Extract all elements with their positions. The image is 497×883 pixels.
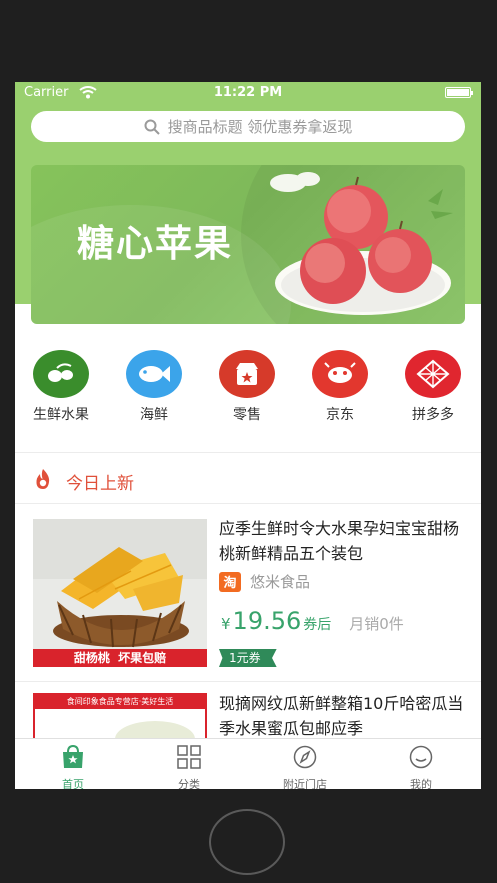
category-label: 海鲜 <box>140 407 168 423</box>
tab-category[interactable]: 分类 <box>149 745 229 789</box>
search-icon <box>144 119 160 135</box>
tab-label: 首页 <box>62 778 84 789</box>
banner-title: 糖心苹果 <box>77 221 233 265</box>
fish-icon <box>126 350 182 398</box>
status-bar: Carrier 11:22 PM <box>15 82 481 104</box>
fire-icon <box>36 469 50 489</box>
category-row: 生鲜水果 海鲜 零售 京东 拼多多 <box>15 346 481 436</box>
retail-icon <box>219 350 275 398</box>
battery-icon <box>445 87 473 98</box>
product-card[interactable]: 甜杨桃 坏果包赔 应季生鲜时令大水果孕妇宝宝甜杨桃新鲜精品五个装包 淘 悠米食品… <box>15 503 481 681</box>
section-header: 今日上新 <box>15 456 481 502</box>
product-title: 现摘网纹瓜新鲜整箱10斤哈密瓜当季水果蜜瓜包邮应季 <box>219 694 464 738</box>
category-seafood[interactable]: 海鲜 <box>114 350 194 424</box>
pinduoduo-icon <box>405 350 461 398</box>
product-title: 应季生鲜时令大水果孕妇宝宝甜杨桃新鲜精品五个装包 <box>219 519 460 563</box>
price-row: ¥ 19.56 券后 月销0件 <box>221 607 404 635</box>
product-image: 甜杨桃 坏果包赔 <box>33 519 207 667</box>
status-time: 11:22 PM <box>213 85 283 100</box>
product-image-caption: 食间印象食品专营店·美好生活 <box>35 695 205 709</box>
taobao-icon: 淘 <box>219 571 241 592</box>
shop-row: 淘 悠米食品 <box>219 571 310 592</box>
category-label: 京东 <box>326 407 354 423</box>
price-value: 19.56 <box>232 607 302 635</box>
category-pinduoduo[interactable]: 拼多多 <box>393 350 473 424</box>
tab-label: 分类 <box>178 778 200 789</box>
jd-icon <box>312 350 368 398</box>
monthly-sales: 月销0件 <box>349 615 404 633</box>
product-image-caption: 甜杨桃 坏果包赔 <box>73 651 167 665</box>
tab-home[interactable]: 首页 <box>33 744 113 789</box>
product-image: 食间印象食品专营店·美好生活 <box>33 693 207 741</box>
product-card[interactable]: 食间印象食品专营店·美好生活 现摘网纹瓜新鲜整箱10斤哈密瓜当季水果蜜瓜包邮应季 <box>15 681 481 741</box>
section-title: 今日上新 <box>66 474 134 494</box>
category-retail[interactable]: 零售 <box>207 350 287 424</box>
grid-icon <box>177 745 201 769</box>
tab-bar: 首页 分类 附近门店 我的 <box>15 738 481 789</box>
smile-icon <box>409 745 433 769</box>
apples-image <box>270 172 453 315</box>
category-label: 零售 <box>233 407 261 423</box>
category-jd[interactable]: 京东 <box>300 350 380 424</box>
home-bag-icon <box>63 744 83 768</box>
divider <box>15 452 481 453</box>
tab-nearby-stores[interactable]: 附近门店 <box>265 745 345 789</box>
home-button[interactable] <box>209 809 285 875</box>
price-currency: ¥ <box>221 615 231 633</box>
compass-icon <box>293 745 317 769</box>
search-input[interactable]: 搜商品标题 领优惠券拿返现 <box>31 111 465 142</box>
tab-label: 我的 <box>410 778 432 789</box>
shop-name: 悠米食品 <box>250 573 311 591</box>
search-placeholder: 搜商品标题 领优惠券拿返现 <box>167 118 353 136</box>
category-label: 拼多多 <box>412 407 454 423</box>
coupon-badge[interactable]: 1元券 <box>219 649 277 667</box>
tab-label: 附近门店 <box>283 778 327 789</box>
price-suffix: 券后 <box>303 617 332 633</box>
app-screen: Carrier 11:22 PM 搜商品标题 领优惠券拿返现 糖心苹果 生鲜水果… <box>15 82 481 789</box>
category-label: 生鲜水果 <box>33 407 89 423</box>
promo-banner[interactable]: 糖心苹果 <box>31 165 465 324</box>
tab-mine[interactable]: 我的 <box>381 745 461 789</box>
fruit-icon <box>33 350 89 398</box>
category-fresh-fruit[interactable]: 生鲜水果 <box>21 350 101 424</box>
